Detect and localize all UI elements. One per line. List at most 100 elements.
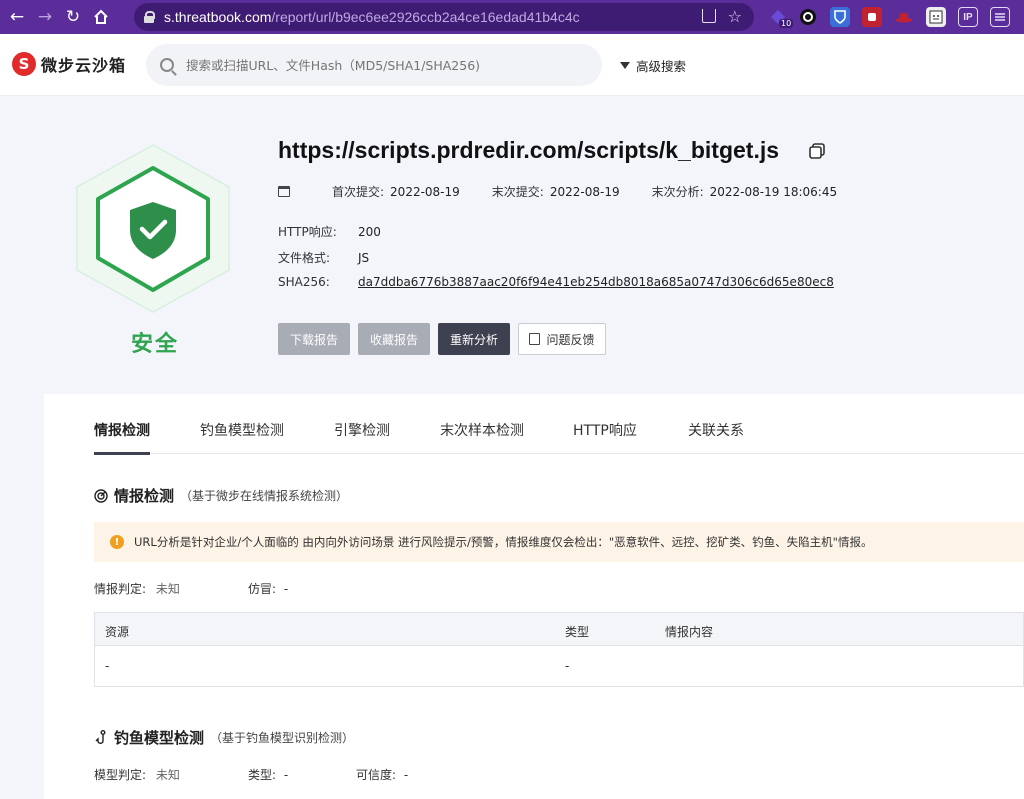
site-header: S 微步云沙箱 高级搜索	[0, 34, 1024, 96]
safe-shield-icon	[76, 144, 230, 313]
extension-circle-icon[interactable]	[798, 7, 818, 27]
tab-engine[interactable]: 引擎检测	[334, 420, 390, 440]
http-response-label: HTTP响应:	[278, 225, 337, 239]
sha256-row: SHA256: da7ddba6776b3887aac20f6f94e41eb25…	[278, 275, 834, 289]
browser-toolbar: ← → ↻ s.threatbook.com/report/url/b9ec6e…	[0, 0, 1024, 34]
model-judge-label: 模型判定:	[94, 768, 147, 782]
confidence-label: 可信度:	[356, 768, 397, 782]
address-bar[interactable]: s.threatbook.com/report/url/b9ec6ee2926c…	[134, 3, 754, 31]
advanced-search-label: 高级搜索	[636, 59, 687, 74]
logo-mark-icon: S	[12, 52, 36, 76]
counterfeit-label: 仿冒:	[248, 582, 277, 596]
file-format-label: 文件格式:	[278, 251, 331, 265]
search-bar[interactable]	[146, 44, 602, 86]
search-input[interactable]	[186, 57, 586, 73]
feedback-doc-icon	[529, 333, 541, 345]
back-arrow-icon[interactable]: ←	[6, 6, 28, 28]
logo[interactable]: S 微步云沙箱	[12, 52, 126, 76]
extension-menu-icon[interactable]	[990, 7, 1010, 27]
intel-table: 资源 类型 情报内容 - -	[94, 612, 1024, 687]
download-report-button[interactable]: 下载报告	[278, 323, 350, 355]
phishing-subtitle: （基于钓鱼模型识别检测）	[210, 731, 355, 745]
table-row: - -	[95, 646, 1023, 686]
http-response-row: HTTP响应: 200	[278, 223, 381, 240]
active-tab-indicator	[94, 452, 150, 455]
tab-intel[interactable]: 情报检测	[94, 420, 150, 440]
extension-hat-icon[interactable]	[894, 7, 914, 27]
model-judge-value: 未知	[155, 768, 180, 782]
last-submit-label: 末次提交:	[491, 185, 544, 199]
feedback-button[interactable]: 问题反馈	[518, 323, 606, 355]
intel-judgement: 情报判定: 未知	[94, 580, 180, 597]
file-format-row: 文件格式: JS	[278, 249, 369, 266]
first-submit-value: 2022-08-19	[390, 184, 460, 199]
phishing-type: 类型: -	[248, 766, 288, 783]
home-icon[interactable]	[90, 6, 112, 28]
extension-red-icon[interactable]	[862, 7, 882, 27]
tab-relations[interactable]: 关联关系	[688, 420, 744, 440]
phishing-type-value: -	[283, 768, 289, 782]
verdict-label: 安全	[131, 332, 180, 357]
sha256-link[interactable]: da7ddba6776b3887aac20f6f94e41eb254db8018…	[358, 275, 834, 289]
last-analysis-value: 2022-08-19 18:06:45	[709, 184, 838, 199]
table-header: 资源 类型 情报内容	[95, 613, 1023, 646]
file-format-value: JS	[358, 251, 370, 265]
password-manager-icon[interactable]	[830, 7, 850, 27]
verdict-badge	[74, 140, 234, 320]
report-detail-card: 情报检测 钓鱼模型检测 引擎检测 末次样本检测 HTTP响应 关联关系 情报检测…	[44, 394, 1024, 799]
intel-judge-label: 情报判定:	[94, 582, 147, 596]
copy-icon[interactable]	[808, 142, 826, 160]
reanalyze-button[interactable]: 重新分析	[438, 323, 510, 355]
counterfeit-value: -	[283, 582, 289, 596]
filter-icon	[620, 62, 630, 69]
http-response-value: 200	[358, 225, 381, 239]
report-tabs: 情报检测 钓鱼模型检测 引擎检测 末次样本检测 HTTP响应 关联关系	[94, 394, 1024, 455]
tab-phishing-model[interactable]: 钓鱼模型检测	[200, 420, 284, 440]
feedback-label: 问题反馈	[546, 332, 595, 347]
counterfeit-judgement: 仿冒: -	[248, 580, 288, 597]
intel-judge-value: 未知	[155, 582, 180, 596]
lock-icon	[144, 11, 155, 23]
reload-icon[interactable]: ↻	[62, 6, 84, 28]
last-analysis-label: 末次分析:	[651, 185, 704, 199]
radar-icon	[94, 488, 108, 503]
table-cell-resource: -	[105, 659, 110, 673]
table-header-resource: 资源	[105, 625, 130, 639]
share-icon[interactable]	[702, 9, 716, 23]
sha256-label: SHA256:	[278, 275, 330, 289]
last-submit-value: 2022-08-19	[549, 184, 620, 199]
phishing-confidence: 可信度: -	[356, 766, 408, 783]
intel-title: 情报检测	[114, 487, 175, 505]
first-submit-label: 首次提交:	[332, 185, 385, 199]
extension-badge: 10	[779, 19, 794, 28]
phishing-section-title: 钓鱼模型检测 （基于钓鱼模型识别检测）	[94, 727, 354, 748]
intel-notice: ! URL分析是针对企业/个人面临的 由内向外访问场景 进行风险提示/预警，情报…	[94, 522, 1024, 562]
url-path: /report/url/b9ec6ee2926ccb2a4ce16edad41b…	[271, 9, 580, 25]
url-host: s.threatbook.com	[164, 9, 272, 25]
tab-last-sample[interactable]: 末次样本检测	[440, 420, 524, 440]
logo-text: 微步云沙箱	[41, 56, 127, 75]
table-header-type: 类型	[565, 625, 590, 639]
info-icon: !	[110, 535, 124, 549]
advanced-search-link[interactable]: 高级搜索	[620, 56, 686, 75]
forward-arrow-icon[interactable]: →	[34, 6, 56, 28]
intel-section-title: 情报检测 （基于微步在线情报系统检测）	[94, 485, 348, 506]
extension-ip-icon[interactable]: IP	[958, 7, 978, 27]
calendar-icon	[278, 186, 290, 197]
intel-notice-text: URL分析是针对企业/个人面临的 由内向外访问场景 进行风险提示/预警，情报维度…	[134, 535, 873, 549]
bookmark-star-icon[interactable]: ☆	[728, 7, 742, 26]
confidence-value: -	[403, 768, 409, 782]
table-header-content: 情报内容	[665, 625, 714, 639]
favorite-report-button[interactable]: 收藏报告	[358, 323, 430, 355]
extension-face-icon[interactable]	[926, 7, 946, 27]
search-icon	[160, 58, 174, 72]
intel-subtitle: （基于微步在线情报系统检测）	[180, 489, 349, 503]
report-url-title: https://scripts.prdredir.com/scripts/k_b…	[278, 137, 780, 163]
phishing-title: 钓鱼模型检测	[114, 729, 205, 747]
model-judgement: 模型判定: 未知	[94, 766, 180, 783]
fishhook-icon	[95, 729, 106, 744]
submission-meta: 首次提交: 2022-08-19 末次提交: 2022-08-19 末次分析: …	[278, 183, 869, 200]
table-cell-type: -	[565, 659, 570, 673]
phishing-type-label: 类型:	[248, 768, 277, 782]
tab-http-response[interactable]: HTTP响应	[573, 420, 637, 440]
